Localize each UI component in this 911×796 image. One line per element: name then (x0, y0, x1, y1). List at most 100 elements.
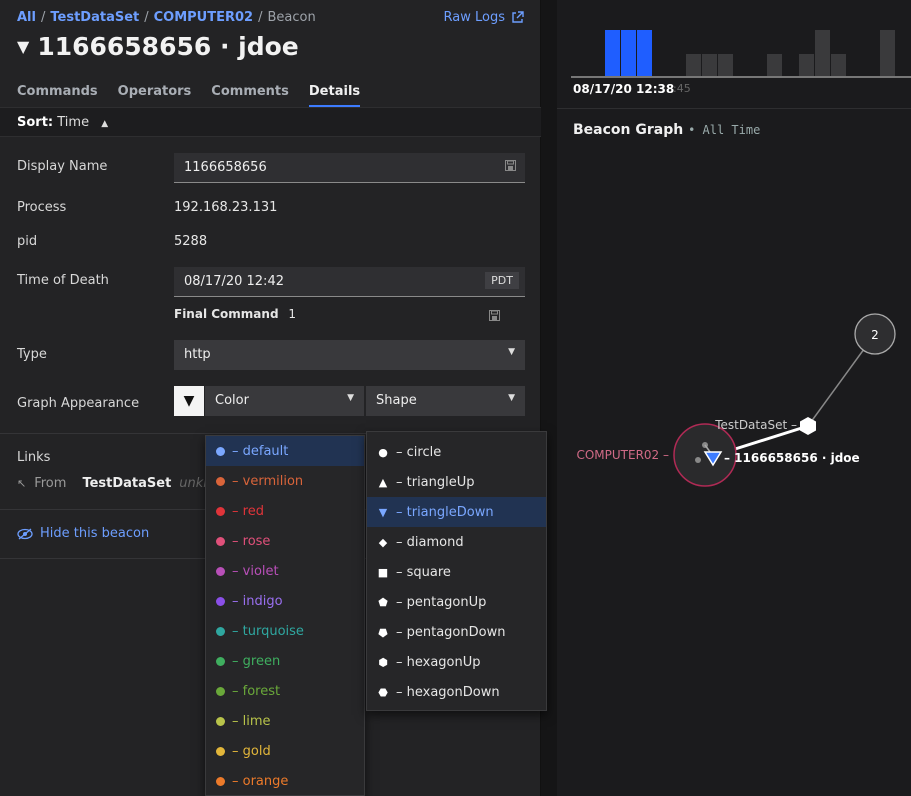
timeline-bar[interactable] (831, 54, 846, 76)
color-select[interactable]: Color ▼ (205, 386, 364, 416)
shape-dropdown-menu: ● – circle ▲ – triangleUp ▼ – triangleDown … (366, 431, 547, 711)
shape-option-diamond[interactable]: ◆ – diamond (367, 527, 546, 557)
raw-logs-link[interactable]: Raw Logs (444, 10, 524, 25)
page-title: ▼ 1166658656 · jdoe (17, 32, 299, 61)
timeline-date: 08/17/20 12:38 (573, 82, 675, 96)
hide-beacon-button[interactable]: Hide this beacon (17, 526, 149, 541)
breadcrumb-all[interactable]: All (17, 10, 36, 25)
diamond-icon: ◆ (378, 535, 388, 549)
color-option-forest[interactable]: – forest (206, 676, 364, 706)
eye-hidden-icon (17, 528, 33, 539)
timeline-bar[interactable] (702, 54, 717, 76)
time-of-death-value: 08/17/20 12:42 (184, 274, 284, 289)
tab-comments[interactable]: Comments (211, 84, 289, 107)
color-dot-icon (216, 536, 225, 546)
color-option-violet[interactable]: – violet (206, 556, 364, 586)
tab-commands[interactable]: Commands (17, 84, 98, 107)
time-of-death-label: Time of Death (17, 273, 109, 288)
timeline-bar[interactable] (815, 30, 830, 76)
divider (557, 108, 911, 109)
timeline-bar[interactable] (605, 30, 620, 76)
final-command: Final Command 1 (174, 307, 296, 321)
timeline-bar[interactable] (686, 54, 701, 76)
arrow-up-left-icon: ↖ (17, 477, 27, 490)
tab-details[interactable]: Details (308, 84, 361, 107)
color-option-orange[interactable]: – orange (206, 766, 364, 796)
activity-timeline[interactable]: :45 08/17/20 12:38 (571, 0, 911, 96)
links-label: Links (17, 450, 51, 465)
timeline-bar[interactable] (621, 30, 636, 76)
beacon-graph[interactable]: 2 TestDataSet – COMPUTER02 – – 116665865… (557, 300, 911, 500)
pid-value: 5288 (174, 234, 208, 249)
tab-operators[interactable]: Operators (118, 84, 192, 107)
shape-option-pentagon-down[interactable]: ⬟ – pentagonDown (367, 617, 546, 647)
triangle-down-icon: ▼ (378, 505, 388, 519)
type-select[interactable]: http ▼ (174, 340, 525, 370)
shape-option-triangle-up[interactable]: ▲ – triangleUp (367, 467, 546, 497)
triangle-up-icon: ▲ (378, 475, 388, 489)
color-option-vermilion[interactable]: – vermilion (206, 466, 364, 496)
color-select-label: Color (215, 393, 249, 408)
final-command-label: Final Command (174, 307, 279, 321)
timeline-faded-label: :45 (673, 82, 691, 95)
sort-label: Sort: (17, 115, 54, 130)
color-option-red[interactable]: – red (206, 496, 364, 526)
time-of-death-input[interactable]: 08/17/20 12:42 PDT (174, 267, 525, 297)
display-name-input[interactable]: 1166658656 (174, 153, 525, 183)
count-node-label: 2 (871, 328, 879, 342)
color-dot-icon (216, 596, 225, 606)
shape-option-circle[interactable]: ● – circle (367, 437, 546, 467)
sort-value: Time (57, 115, 90, 130)
host-node-label: COMPUTER02 – (576, 448, 669, 462)
shape-option-hexagon-down[interactable]: ⬣ – hexagonDown (367, 677, 546, 707)
color-option-gold[interactable]: – gold (206, 736, 364, 766)
breadcrumb-current: Beacon (267, 10, 316, 25)
external-link-icon (512, 11, 524, 23)
dataset-node-label: TestDataSet – (714, 418, 797, 432)
timeline-bar[interactable] (880, 30, 895, 76)
save-icon[interactable] (489, 306, 500, 325)
graph-panel: :45 08/17/20 12:38 Beacon Graph • All Ti… (557, 0, 911, 796)
shape-preview[interactable]: ▼ (174, 386, 204, 416)
graph-title: Beacon Graph • All Time (573, 122, 761, 138)
save-icon[interactable] (505, 160, 516, 174)
color-option-indigo[interactable]: – indigo (206, 586, 364, 616)
dataset-node[interactable] (800, 417, 816, 435)
color-option-green[interactable]: – green (206, 646, 364, 676)
color-dot-icon (216, 566, 225, 576)
beacon-node-label: – 1166658656 · jdoe (724, 451, 860, 465)
shape-option-pentagon-up[interactable]: ⬟ – pentagonUp (367, 587, 546, 617)
chevron-down-icon: ▼ (508, 393, 515, 403)
timezone-badge: PDT (485, 272, 519, 289)
graph-appearance-label: Graph Appearance (17, 396, 140, 411)
shape-option-hexagon-up[interactable]: ⬢ – hexagonUp (367, 647, 546, 677)
shape-select[interactable]: Shape ▼ (366, 386, 525, 416)
graph-subtitle: • All Time (688, 123, 761, 137)
beacon-title-text: 1166658656 · jdoe (37, 32, 299, 61)
shape-option-triangle-down[interactable]: ▼ – triangleDown (367, 497, 546, 527)
link-row: ↖ From TestDataSet unkn (17, 476, 212, 491)
color-option-default[interactable]: – default (206, 436, 364, 466)
color-dot-icon (216, 686, 225, 696)
timeline-bar[interactable] (718, 54, 733, 76)
color-option-rose[interactable]: – rose (206, 526, 364, 556)
timeline-bar[interactable] (799, 54, 814, 76)
breadcrumb-host[interactable]: COMPUTER02 (154, 10, 253, 25)
type-value: http (184, 347, 211, 362)
graph-node (695, 457, 701, 463)
color-option-turquoise[interactable]: – turquoise (206, 616, 364, 646)
shape-option-square[interactable]: ■ – square (367, 557, 546, 587)
color-dot-icon (216, 776, 225, 786)
timeline-bar[interactable] (767, 54, 782, 76)
timeline-bar[interactable] (637, 30, 652, 76)
raw-logs-label: Raw Logs (443, 10, 505, 25)
sort-arrow-icon[interactable]: ▲ (101, 119, 108, 129)
shape-select-label: Shape (376, 393, 417, 408)
link-from-value[interactable]: TestDataSet (82, 476, 171, 491)
breadcrumb-dataset[interactable]: TestDataSet (50, 10, 139, 25)
type-label: Type (17, 347, 47, 362)
color-option-lime[interactable]: – lime (206, 706, 364, 736)
sort-bar[interactable]: Sort: Time ▲ (0, 107, 541, 137)
color-dot-icon (216, 476, 225, 486)
process-value: 192.168.23.131 (174, 200, 278, 215)
